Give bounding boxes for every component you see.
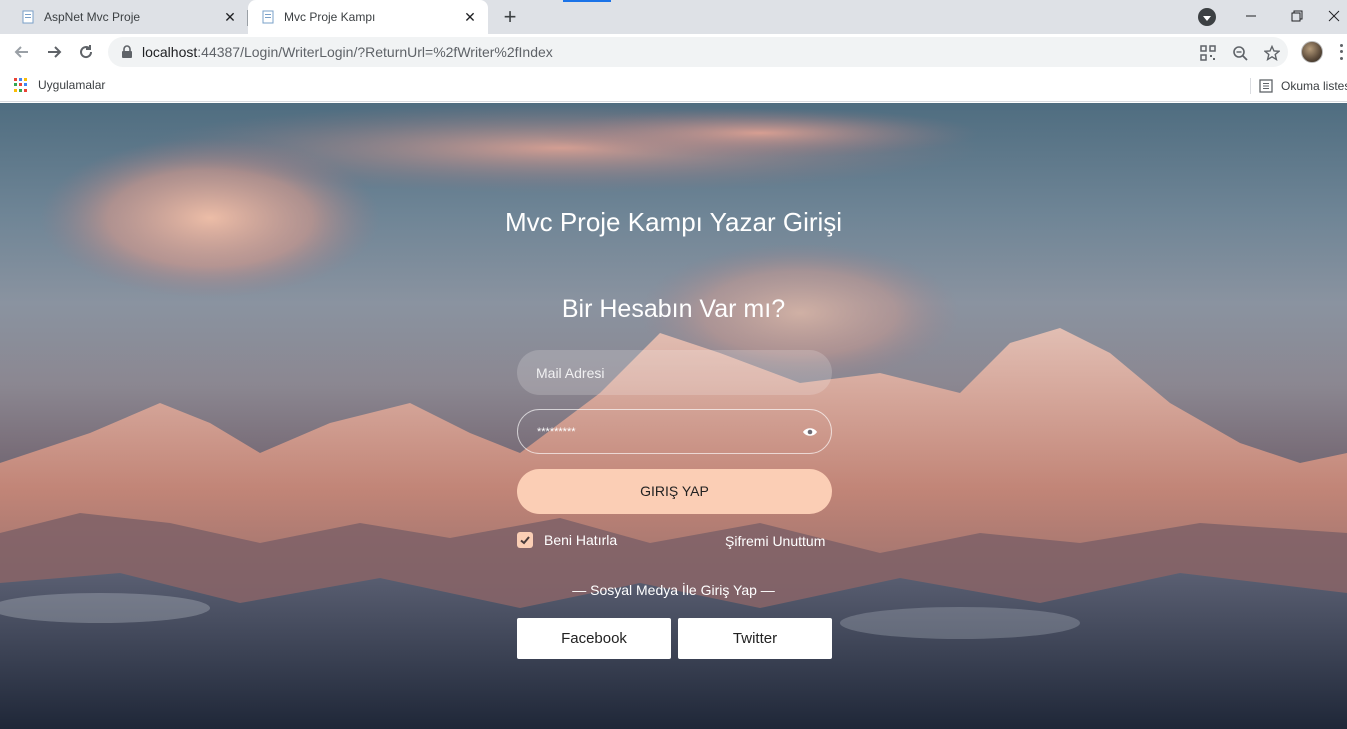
tab-mvc-proje-kampi[interactable]: Mvc Proje Kampı ✕ <box>248 0 488 34</box>
page-icon <box>260 9 276 25</box>
back-arrow-icon[interactable] <box>10 40 34 64</box>
zoom-icon[interactable] <box>1230 43 1250 63</box>
page-icon <box>20 9 36 25</box>
apps-grid-icon <box>14 78 28 92</box>
new-tab-button[interactable]: + <box>498 4 522 29</box>
facebook-login-button[interactable]: Facebook <box>517 618 671 659</box>
url-host: localhost <box>142 44 198 60</box>
tab-title: AspNet Mvc Proje <box>44 10 141 24</box>
menu-kebab-icon[interactable] <box>1335 42 1347 62</box>
reload-icon[interactable] <box>74 40 98 64</box>
login-form: Mvc Proje Kampı Yazar Girişi Bir Hesabın… <box>0 103 1347 729</box>
email-field[interactable] <box>517 350 832 395</box>
qr-code-icon[interactable] <box>1198 43 1218 63</box>
divider <box>1250 78 1251 94</box>
profile-avatar[interactable] <box>1301 41 1323 63</box>
page-title: Mvc Proje Kampı Yazar Girişi <box>504 207 843 237</box>
remember-me-checkbox[interactable] <box>517 532 533 548</box>
reading-list-icon <box>1259 79 1273 93</box>
password-field[interactable] <box>518 410 831 453</box>
show-password-eye-icon[interactable] <box>802 425 818 439</box>
tab-title: Mvc Proje Kampı <box>284 10 376 24</box>
apps-shortcut[interactable]: Uygulamalar <box>14 78 105 92</box>
restore-icon[interactable] <box>1274 0 1320 32</box>
lock-icon[interactable] <box>120 45 134 59</box>
bookmark-star-icon[interactable] <box>1262 43 1282 63</box>
login-page: Mvc Proje Kampı Yazar Girişi Bir Hesabın… <box>0 103 1347 729</box>
password-field-wrapper <box>517 409 832 454</box>
apps-label: Uygulamalar <box>38 78 106 92</box>
tab-aspnet-mvc-proje[interactable]: AspNet Mvc Proje ✕ <box>8 0 248 34</box>
url-path: :44387/Login/WriterLogin/?ReturnUrl=%2fW… <box>197 44 553 60</box>
minimize-icon[interactable] <box>1228 0 1274 32</box>
login-subtitle: Bir Hesabın Var mı? <box>561 295 786 323</box>
twitter-login-button[interactable]: Twitter <box>678 618 832 659</box>
reading-list-button[interactable]: Okuma listesi <box>1250 78 1347 94</box>
browser-toolbar: localhost:44387/Login/WriterLogin/?Retur… <box>0 34 1347 70</box>
forward-arrow-icon[interactable] <box>42 40 66 64</box>
remember-me-label: Beni Hatırla <box>544 532 618 548</box>
close-window-icon[interactable] <box>1320 0 1347 32</box>
bookmarks-bar: Uygulamalar Okuma listesi <box>0 70 1347 102</box>
address-bar[interactable]: localhost:44387/Login/WriterLogin/?Retur… <box>108 37 1288 67</box>
close-tab-icon[interactable]: ✕ <box>460 7 480 27</box>
forgot-password-link[interactable]: Şifremi Unuttum <box>725 533 825 549</box>
email-field-wrapper <box>517 350 832 395</box>
social-login-heading: — Sosyal Medya İle Giriş Yap — <box>572 582 775 598</box>
tab-search-icon[interactable] <box>1198 8 1216 26</box>
loading-indicator <box>563 0 611 2</box>
checkmark-icon <box>520 536 530 545</box>
url-text[interactable]: localhost:44387/Login/WriterLogin/?Retur… <box>142 44 553 60</box>
remember-me-toggle[interactable]: Beni Hatırla <box>517 532 617 548</box>
reading-list-label: Okuma listesi <box>1281 79 1347 93</box>
tab-strip: AspNet Mvc Proje ✕ Mvc Proje Kampı ✕ + <box>0 0 1347 34</box>
login-submit-button[interactable]: GIRIŞ YAP <box>517 469 832 514</box>
close-tab-icon[interactable]: ✕ <box>220 7 240 27</box>
